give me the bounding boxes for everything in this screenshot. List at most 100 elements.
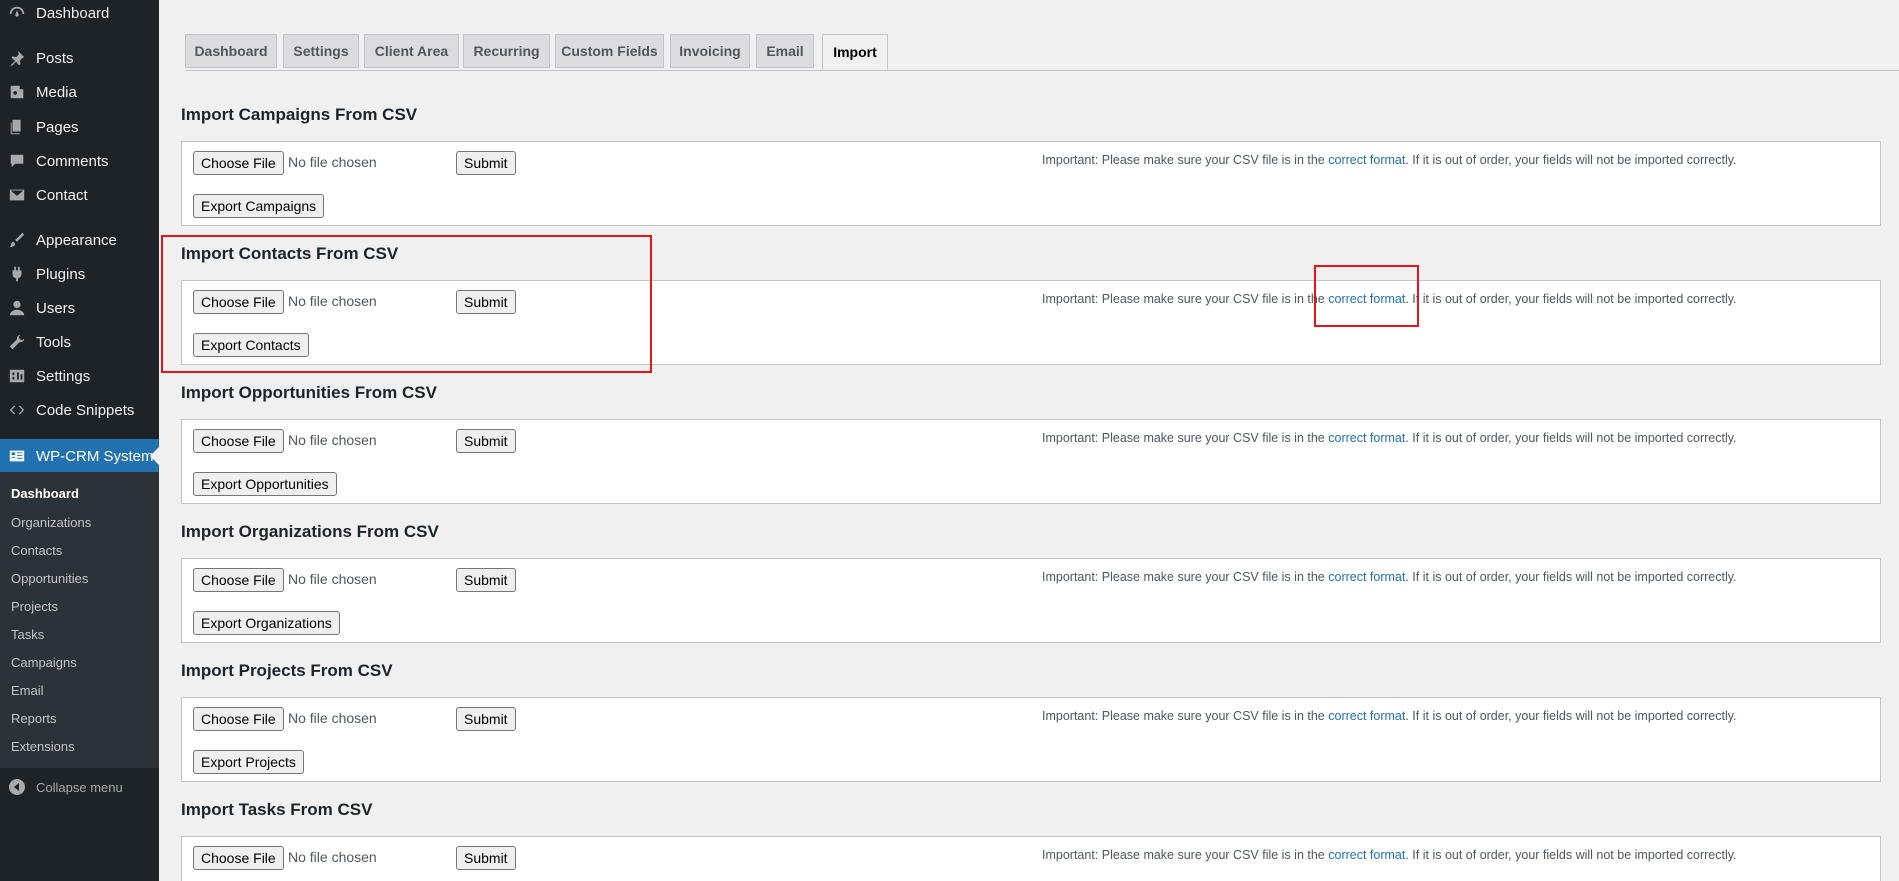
settings-tabs: Dashboard Settings Client Area Recurring… <box>185 34 1899 71</box>
menu-label: Code Snippets <box>36 401 135 419</box>
menu-label: Media <box>36 83 77 101</box>
user-icon <box>8 299 26 317</box>
submit-button[interactable]: Submit <box>456 846 516 870</box>
code-icon <box>8 401 26 419</box>
submenu-reports[interactable]: Reports <box>11 710 57 728</box>
menu-label: Tools <box>36 333 72 351</box>
menu-comments[interactable]: Comments <box>0 144 159 178</box>
menu-contact[interactable]: Contact <box>0 178 159 212</box>
correct-format-link[interactable]: correct format <box>1328 570 1405 584</box>
menu-label: Settings <box>36 367 91 385</box>
import-campaigns-panel: Choose File No file chosen Submit Export… <box>181 141 1881 226</box>
note-text: . If it is out of order, your fields wil… <box>1405 848 1737 862</box>
format-note: Important: Please make sure your CSV fil… <box>1042 153 1737 167</box>
export-campaigns-button[interactable]: Export Campaigns <box>193 194 325 218</box>
menu-label: Pages <box>36 118 79 136</box>
tab-email[interactable]: Email <box>756 34 814 68</box>
no-file-text: No file chosen <box>288 154 377 170</box>
media-icon <box>8 83 26 101</box>
menu-posts[interactable]: Posts <box>0 41 159 75</box>
tab-custom-fields[interactable]: Custom Fields <box>555 34 664 68</box>
tab-settings[interactable]: Settings <box>283 34 359 68</box>
menu-label: Comments <box>36 152 109 170</box>
menu-appearance[interactable]: Appearance <box>0 223 159 257</box>
note-text: Important: Please make sure your CSV fil… <box>1042 848 1329 862</box>
menu-dashboard[interactable]: Dashboard <box>0 0 159 30</box>
menu-plugins[interactable]: Plugins <box>0 257 159 291</box>
submenu-email[interactable]: Email <box>11 682 44 700</box>
choose-file-button[interactable]: Choose File <box>193 707 284 731</box>
import-organizations-panel: Choose File No file chosen Submit Export… <box>181 558 1881 643</box>
section-title: Import Tasks From CSV <box>181 800 373 819</box>
submit-button[interactable]: Submit <box>456 429 516 453</box>
menu-users[interactable]: Users <box>0 291 159 325</box>
correct-format-link[interactable]: correct format <box>1328 848 1405 862</box>
note-text: . If it is out of order, your fields wil… <box>1405 153 1737 167</box>
submenu-dashboard[interactable]: Dashboard <box>11 485 79 503</box>
export-opportunities-button[interactable]: Export Opportunities <box>193 472 337 496</box>
menu-label: Plugins <box>36 265 86 283</box>
correct-format-link[interactable]: correct format <box>1328 431 1405 445</box>
correct-format-link[interactable]: correct format <box>1328 709 1405 723</box>
note-text: Important: Please make sure your CSV fil… <box>1042 153 1329 167</box>
mail-icon <box>8 186 26 204</box>
pages-icon <box>8 118 26 136</box>
choose-file-button[interactable]: Choose File <box>193 846 284 870</box>
format-note: Important: Please make sure your CSV fil… <box>1042 848 1737 862</box>
submenu-tasks[interactable]: Tasks <box>11 626 44 644</box>
highlight-box-contacts-section <box>161 235 652 373</box>
menu-tools[interactable]: Tools <box>0 325 159 359</box>
menu-label: Posts <box>36 49 74 67</box>
choose-file-button[interactable]: Choose File <box>193 151 284 175</box>
submenu-opportunities[interactable]: Opportunities <box>11 570 88 588</box>
dashboard-icon <box>8 4 26 22</box>
tab-dashboard[interactable]: Dashboard <box>185 34 277 68</box>
note-text: . If it is out of order, your fields wil… <box>1405 570 1737 584</box>
no-file-text: No file chosen <box>288 432 377 448</box>
tab-client-area[interactable]: Client Area <box>364 34 459 68</box>
note-text: . If it is out of order, your fields wil… <box>1405 292 1737 306</box>
wrench-icon <box>8 333 26 351</box>
collapse-label: Collapse menu <box>36 779 123 795</box>
menu-pages[interactable]: Pages <box>0 110 159 144</box>
comment-icon <box>8 152 26 170</box>
section-title: Import Organizations From CSV <box>181 522 439 541</box>
tab-invoicing[interactable]: Invoicing <box>670 34 750 68</box>
menu-label: Dashboard <box>36 4 110 22</box>
pin-icon <box>8 49 26 67</box>
choose-file-button[interactable]: Choose File <box>193 429 284 453</box>
no-file-text: No file chosen <box>288 849 377 865</box>
submenu-extensions[interactable]: Extensions <box>11 738 75 756</box>
tab-import[interactable]: Import <box>822 34 888 70</box>
format-note: Important: Please make sure your CSV fil… <box>1042 431 1737 445</box>
brush-icon <box>8 231 26 249</box>
export-organizations-button[interactable]: Export Organizations <box>193 611 340 635</box>
collapse-menu-button[interactable]: Collapse menu <box>0 775 159 799</box>
tab-recurring[interactable]: Recurring <box>463 34 550 68</box>
no-file-text: No file chosen <box>288 710 377 726</box>
format-note: Important: Please make sure your CSV fil… <box>1042 570 1737 584</box>
menu-label: WP-CRM System <box>36 447 154 465</box>
choose-file-button[interactable]: Choose File <box>193 568 284 592</box>
submenu-projects[interactable]: Projects <box>11 598 58 616</box>
menu-wp-crm-system[interactable]: WP-CRM System <box>0 439 159 473</box>
submit-button[interactable]: Submit <box>456 707 516 731</box>
submenu-contacts[interactable]: Contacts <box>11 542 62 560</box>
plug-icon <box>8 265 26 283</box>
note-text: Important: Please make sure your CSV fil… <box>1042 709 1329 723</box>
menu-settings[interactable]: Settings <box>0 359 159 393</box>
submit-button[interactable]: Submit <box>456 151 516 175</box>
submenu-organizations[interactable]: Organizations <box>11 514 91 532</box>
export-projects-button[interactable]: Export Projects <box>193 750 304 774</box>
submenu-campaigns[interactable]: Campaigns <box>11 654 77 672</box>
note-text: . If it is out of order, your fields wil… <box>1405 709 1737 723</box>
menu-code-snippets[interactable]: Code Snippets <box>0 393 159 427</box>
import-tasks-panel: Choose File No file chosen Submit Import… <box>181 836 1881 881</box>
import-projects-panel: Choose File No file chosen Submit Export… <box>181 697 1881 782</box>
menu-media[interactable]: Media <box>0 75 159 109</box>
highlight-box-correct-format <box>1314 265 1419 327</box>
note-text: Important: Please make sure your CSV fil… <box>1042 431 1329 445</box>
submit-button[interactable]: Submit <box>456 568 516 592</box>
import-opportunities-panel: Choose File No file chosen Submit Export… <box>181 419 1881 504</box>
correct-format-link[interactable]: correct format <box>1328 153 1405 167</box>
